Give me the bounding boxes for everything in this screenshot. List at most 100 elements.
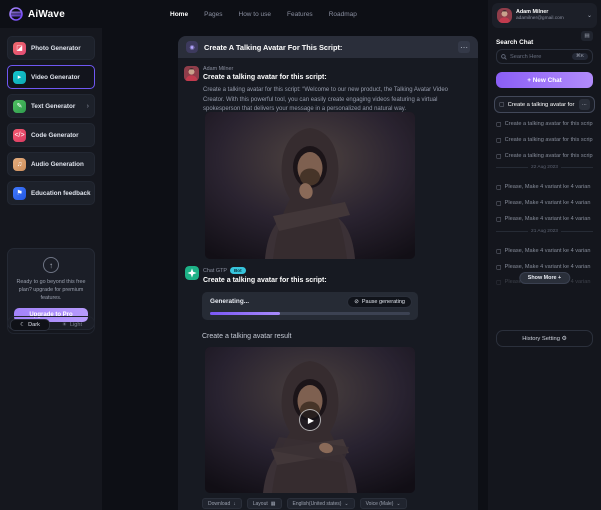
bot-name-row: Chat GTP Bot (203, 267, 246, 274)
active-chat-item[interactable]: ▢ Create a talking avatar for this scrip… (494, 96, 595, 113)
moon-icon: ☾ (20, 322, 25, 328)
bot-name: Chat GTP (203, 268, 227, 274)
chat-bubble-icon: ▢ (496, 279, 502, 286)
chat-title-icon: ◉ (186, 41, 198, 53)
result-video: ▶ (205, 347, 415, 493)
sun-icon: ☀ (62, 322, 67, 328)
chat-panel: ◉ Create A Talking Avatar For This Scrip… (178, 36, 478, 510)
layout-grid-icon: ▦ (271, 501, 276, 507)
chat-header: ◉ Create A Talking Avatar For This Scrip… (178, 36, 478, 58)
generating-label: Generating... (210, 298, 249, 305)
sidebar-item-audio-generation[interactable]: ♫ Audio Generation (7, 152, 95, 176)
nav-features[interactable]: Features (287, 11, 313, 18)
chat-bubble-icon: ▢ (496, 137, 502, 144)
chat-bubble-icon: ▢ (496, 248, 502, 255)
aiwave-logo-icon (9, 7, 23, 21)
search-icon (501, 54, 507, 60)
video-icon: ▸ (13, 71, 26, 84)
chat-history-item[interactable]: ▢ Please, Make 4 variant ke 4 varian (496, 197, 593, 209)
chevron-right-icon: › (87, 103, 89, 110)
generated-avatar-image (205, 112, 415, 259)
upgrade-message: Ready to go beyond this free plan? upgra… (14, 278, 88, 302)
chat-history-item[interactable]: ▢ Create a talking avatar for this scrip (496, 118, 593, 130)
chat-bubble-icon: ▢ (499, 101, 505, 108)
history-setting-button[interactable]: History Setting ⚙ (496, 330, 593, 347)
bot-avatar-icon (185, 266, 199, 280)
chat-history-item[interactable]: ▢ Please, Make 4 variant ke 4 varian (496, 245, 593, 257)
chat-bubble-icon: ▢ (496, 216, 502, 223)
voice-select[interactable]: Voice (Male) ⌄ (360, 498, 407, 509)
play-button[interactable]: ▶ (299, 409, 321, 431)
chevron-down-icon: ⌄ (587, 12, 592, 19)
nav-home[interactable]: Home (170, 11, 188, 18)
search-shortcut-badge: ⌘K (572, 53, 588, 60)
sidebar-item-code-generator[interactable]: </> Code Generator (7, 123, 95, 147)
education-icon: ⚑ (13, 187, 26, 200)
chat-history-item[interactable]: ▢ Create a talking avatar for this scrip (496, 150, 593, 162)
progress-fill (210, 312, 280, 315)
date-divider: 22 Aug 2023 (496, 165, 593, 170)
chat-history-item[interactable]: ▢ Create a talking avatar for this scrip (496, 134, 593, 146)
sidebar-item-education-feedback[interactable]: ⚑ Education feedback (7, 181, 95, 205)
generating-card: Generating... ⊘ Pause generating (202, 292, 418, 320)
chat-title: Create A Talking Avatar For This Script: (204, 43, 342, 52)
chat-bubble-icon: ▢ (496, 153, 502, 160)
panel-icon: ▤ (584, 33, 589, 39)
sidebar-item-photo-generator[interactable]: ◪ Photo Generator (7, 36, 95, 60)
chat-options-button[interactable]: ⋯ (458, 41, 470, 53)
language-select[interactable]: English(United states) ⌄ (287, 498, 355, 509)
chat-history-item[interactable]: ▢ Please, Make 4 variant ke 4 varian (496, 213, 593, 225)
chevron-down-icon: ⌄ (344, 501, 348, 507)
right-sidebar: Adam Milner adamilner@gmail.com ⌄ ▤ Sear… (488, 0, 601, 510)
sidebar-item-video-generator[interactable]: ▸ Video Generator (7, 65, 95, 89)
account-name: Adam Milner (516, 9, 564, 16)
account-email: adamilner@gmail.com (516, 16, 564, 22)
photo-icon: ◪ (13, 42, 26, 55)
chat-history-item[interactable]: ▢ Please, Make 4 variant ke 4 varian (496, 181, 593, 193)
search-chat-heading: Search Chat (496, 39, 533, 46)
theme-toggle: ☾ Dark ☀ Light (7, 316, 95, 334)
code-icon: </> (13, 129, 26, 142)
download-icon: ↓ (233, 501, 236, 507)
sidebar-item-text-generator[interactable]: ✎ Text Generator › (7, 94, 95, 118)
text-icon: ✎ (13, 100, 26, 113)
new-chat-button[interactable]: + New Chat (496, 72, 593, 88)
nav-how-to-use[interactable]: How to use (239, 11, 272, 18)
gear-icon: ⚙ (562, 336, 567, 342)
chat-bubble-icon: ▢ (496, 264, 502, 271)
search-input[interactable] (510, 54, 569, 60)
user-message-heading: Create a talking avatar for this script: (203, 74, 327, 81)
show-more-button[interactable]: Show More + (519, 272, 570, 284)
download-button[interactable]: Download ↓ (202, 498, 242, 509)
nav-roadmap[interactable]: Roadmap (329, 11, 357, 18)
account-avatar (497, 8, 512, 23)
chat-bubble-icon: ▢ (496, 200, 502, 207)
left-sidebar: ◪ Photo Generator ▸ Video Generator ✎ Te… (0, 28, 102, 510)
light-mode-button[interactable]: ☀ Light (52, 319, 92, 331)
audio-icon: ♫ (13, 158, 26, 171)
brand-name: AiWave (28, 9, 65, 20)
collapse-panel-button[interactable]: ▤ (581, 31, 593, 41)
chat-bubble-icon: ▢ (496, 121, 502, 128)
progress-track (210, 312, 410, 315)
pause-generating-button[interactable]: ⊘ Pause generating (347, 296, 412, 308)
bot-badge: Bot (230, 267, 246, 274)
main-nav: Home Pages How to use Features Roadmap (170, 11, 357, 18)
chat-item-menu-button[interactable]: ⋯ (579, 99, 590, 110)
bot-message-heading: Create a talking avatar for this script: (203, 277, 327, 284)
account-menu[interactable]: Adam Milner adamilner@gmail.com ⌄ (492, 3, 597, 28)
user-message-avatar (184, 66, 199, 81)
date-divider: 21 Aug 2023 (496, 229, 593, 234)
chat-bubble-icon: ▢ (496, 184, 502, 191)
result-label: Create a talking avatar result (202, 333, 292, 340)
pause-icon: ⊘ (354, 299, 359, 305)
user-message-body: Create a talking avatar for this script:… (203, 86, 467, 115)
dark-mode-button[interactable]: ☾ Dark (10, 319, 50, 331)
search-box: ⌘K (496, 49, 593, 64)
nav-pages[interactable]: Pages (204, 11, 222, 18)
brand-logo[interactable]: AiWave (0, 7, 170, 21)
layout-button[interactable]: Layout ▦ (247, 498, 282, 509)
chevron-down-icon: ⌄ (396, 501, 400, 507)
user-message-author: Adam Milner (203, 66, 233, 72)
result-toolbar: Download ↓ Layout ▦ English(United state… (202, 498, 407, 509)
